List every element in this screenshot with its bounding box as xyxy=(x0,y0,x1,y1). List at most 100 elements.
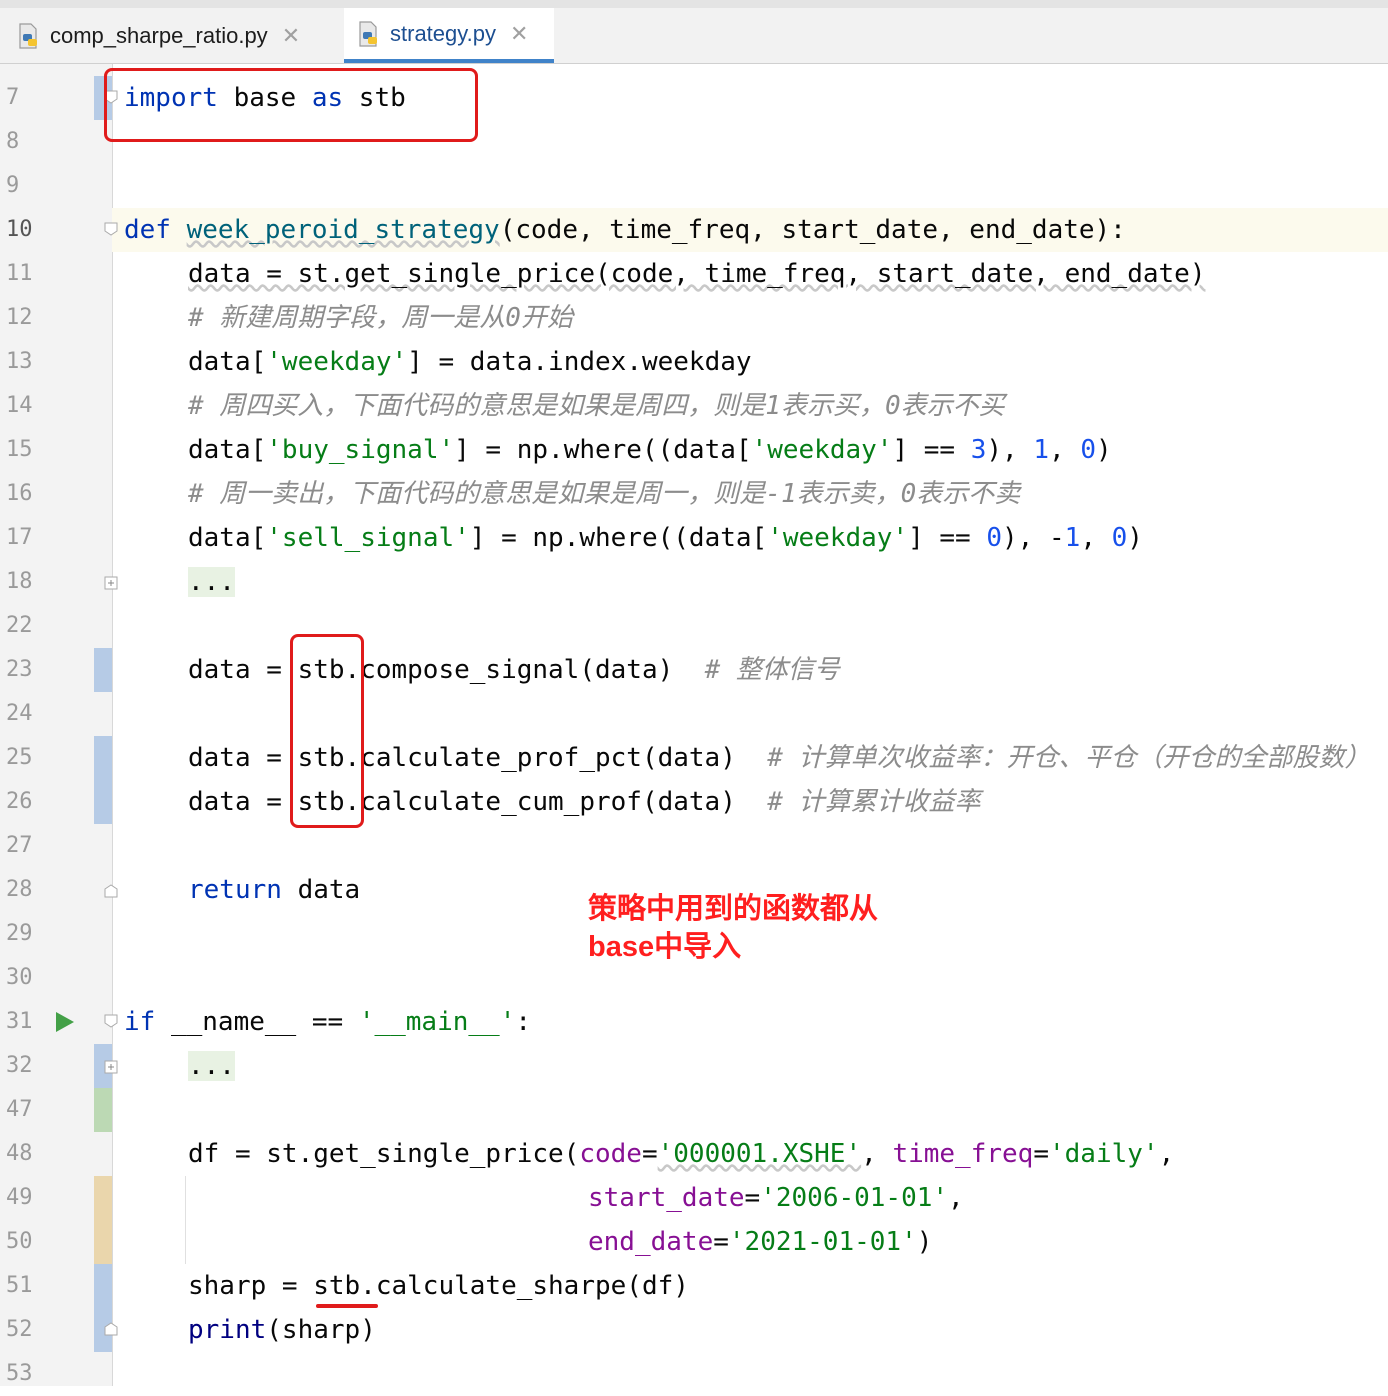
tab-strategy[interactable]: strategy.py ✕ xyxy=(344,8,554,63)
expand-icon[interactable] xyxy=(104,576,118,590)
line-number: 22 xyxy=(6,613,33,638)
fold-end-icon[interactable] xyxy=(104,884,118,898)
code-line-51[interactable]: sharp = stb.calculate_sharpe(df) xyxy=(188,1264,689,1308)
line-number: 8 xyxy=(6,129,20,154)
code-line-10[interactable]: def week_peroid_strategy(code, time_freq… xyxy=(124,208,1126,252)
keyword-argument: time_freq xyxy=(892,1139,1034,1169)
string: '2021-01-01' xyxy=(728,1227,917,1257)
line-number: 17 xyxy=(6,525,33,550)
indent-guide xyxy=(185,1176,186,1264)
code-text: ), - xyxy=(1002,523,1065,553)
keyword: if xyxy=(124,1007,156,1037)
code-line-12[interactable]: # 新建周期字段，周一是从0开始 xyxy=(188,296,573,340)
line-number: 11 xyxy=(6,261,33,286)
comment: # 计算累计收益率 xyxy=(767,787,981,817)
editor-tab-bar: comp_sharpe_ratio.py ✕ strategy.py ✕ xyxy=(0,0,1388,64)
code-line-31[interactable]: if __name__ == '__main__': xyxy=(124,1000,531,1044)
import-highlight-box xyxy=(104,68,478,142)
tab-label: strategy.py xyxy=(390,20,496,46)
code-text: data = stb.compose_signal(data) xyxy=(188,655,705,685)
code-line-17[interactable]: data['sell_signal'] = np.where((data['we… xyxy=(188,516,1143,560)
code-line-14[interactable]: # 周四买入，下面代码的意思是如果是周四，则是1表示买，0表示不买 xyxy=(188,384,1005,428)
line-number: 53 xyxy=(6,1361,33,1386)
code-line-15[interactable]: data['buy_signal'] = np.where((data['wee… xyxy=(188,428,1112,472)
code-text: df = st.get_single_price( xyxy=(188,1139,580,1169)
tab-comp-sharpe-ratio[interactable]: comp_sharpe_ratio.py ✕ xyxy=(14,8,334,63)
close-tab-icon[interactable]: ✕ xyxy=(282,23,300,49)
line-number: 23 xyxy=(6,657,33,682)
line-number: 28 xyxy=(6,877,33,902)
string: 'daily' xyxy=(1048,1139,1159,1169)
line-number: 7 xyxy=(6,85,20,110)
number: 0 xyxy=(1111,523,1128,553)
string: '2006-01-01' xyxy=(760,1183,949,1213)
code-text: ), xyxy=(986,435,1034,465)
line-number: 51 xyxy=(6,1273,33,1298)
code-line-49[interactable]: start_date='2006-01-01', xyxy=(588,1176,964,1220)
folded-code[interactable]: ... xyxy=(188,567,235,597)
keyword-argument: start_date xyxy=(588,1183,745,1213)
code-text: ] == xyxy=(908,523,987,553)
annotation-text: 策略中用到的函数都从 base中导入 xyxy=(588,890,878,966)
string: 'weekday' xyxy=(767,523,909,553)
annotation-line: 策略中用到的函数都从 xyxy=(588,893,879,925)
line-number: 47 xyxy=(6,1097,33,1122)
code-line-28[interactable]: return data xyxy=(188,868,360,912)
code-text: , xyxy=(948,1183,964,1213)
line-number: 25 xyxy=(6,745,33,770)
string: 'weekday' xyxy=(266,347,408,377)
fold-end-icon[interactable] xyxy=(104,1322,118,1336)
code-line-25[interactable]: data = stb.calculate_prof_pct(data) # 计算… xyxy=(188,736,1371,780)
code-text: data = stb.calculate_prof_pct(data) xyxy=(188,743,768,773)
code-text: , xyxy=(861,1139,893,1169)
code-line-52[interactable]: print(sharp) xyxy=(188,1308,376,1352)
code-text: = xyxy=(641,1139,658,1169)
code-text: : xyxy=(515,1007,532,1037)
code-text: ] == xyxy=(892,435,971,465)
line-number: 9 xyxy=(6,173,20,198)
code-text: (code, time_freq, start_date, end_date): xyxy=(499,215,1126,245)
change-marker xyxy=(94,1088,112,1132)
keyword-argument: code xyxy=(579,1139,642,1169)
fold-icon[interactable] xyxy=(104,222,118,236)
line-number: 48 xyxy=(6,1141,33,1166)
line-number: 18 xyxy=(6,569,33,594)
line-number: 31 xyxy=(6,1009,33,1034)
code-text: ) xyxy=(916,1227,933,1257)
code-text: , xyxy=(1158,1139,1175,1169)
code-line-13[interactable]: data['weekday'] = data.index.weekday xyxy=(188,340,752,384)
code-text: = xyxy=(744,1183,761,1213)
line-number: 14 xyxy=(6,393,33,418)
number: 1 xyxy=(1033,435,1049,465)
code-text: __name__ == xyxy=(155,1007,359,1037)
expand-icon[interactable] xyxy=(104,1060,118,1074)
code-line-11[interactable]: data = st.get_single_price(code, time_fr… xyxy=(188,252,1205,296)
comment: # 整体信号 xyxy=(704,655,840,685)
line-number: 30 xyxy=(6,965,33,990)
string: 'weekday' xyxy=(751,435,893,465)
code-text: , xyxy=(1049,435,1081,465)
code-text: ] = data.index.weekday xyxy=(407,347,752,377)
code-line-16[interactable]: # 周一卖出，下面代码的意思是如果是周一，则是-1表示卖，0表示不卖 xyxy=(188,472,1020,516)
line-number: 13 xyxy=(6,349,33,374)
code-line-50[interactable]: end_date='2021-01-01') xyxy=(588,1220,932,1264)
code-text: (sharp) xyxy=(266,1315,376,1345)
comment: # 计算单次收益率：开仓、平仓（开仓的全部股数） xyxy=(767,743,1371,773)
code-text: data xyxy=(281,875,361,905)
python-file-icon xyxy=(14,22,42,50)
code-line-18[interactable]: ... xyxy=(188,560,235,604)
code-line-32[interactable]: ... xyxy=(188,1044,235,1088)
stb-underline xyxy=(316,1304,378,1308)
line-number: 32 xyxy=(6,1053,33,1078)
code-line-23[interactable]: data = stb.compose_signal(data) # 整体信号 xyxy=(188,648,840,692)
code-text: ) xyxy=(1095,435,1112,465)
number: 0 xyxy=(986,523,1003,553)
run-icon[interactable] xyxy=(56,1012,74,1032)
change-marker xyxy=(94,736,112,824)
folded-code[interactable]: ... xyxy=(188,1051,235,1081)
fold-icon[interactable] xyxy=(104,1014,118,1028)
stb-highlight-box xyxy=(290,634,364,828)
code-line-48[interactable]: df = st.get_single_price(code='000001.XS… xyxy=(188,1132,1174,1176)
close-tab-icon[interactable]: ✕ xyxy=(510,21,528,47)
keyword: return xyxy=(188,875,282,905)
